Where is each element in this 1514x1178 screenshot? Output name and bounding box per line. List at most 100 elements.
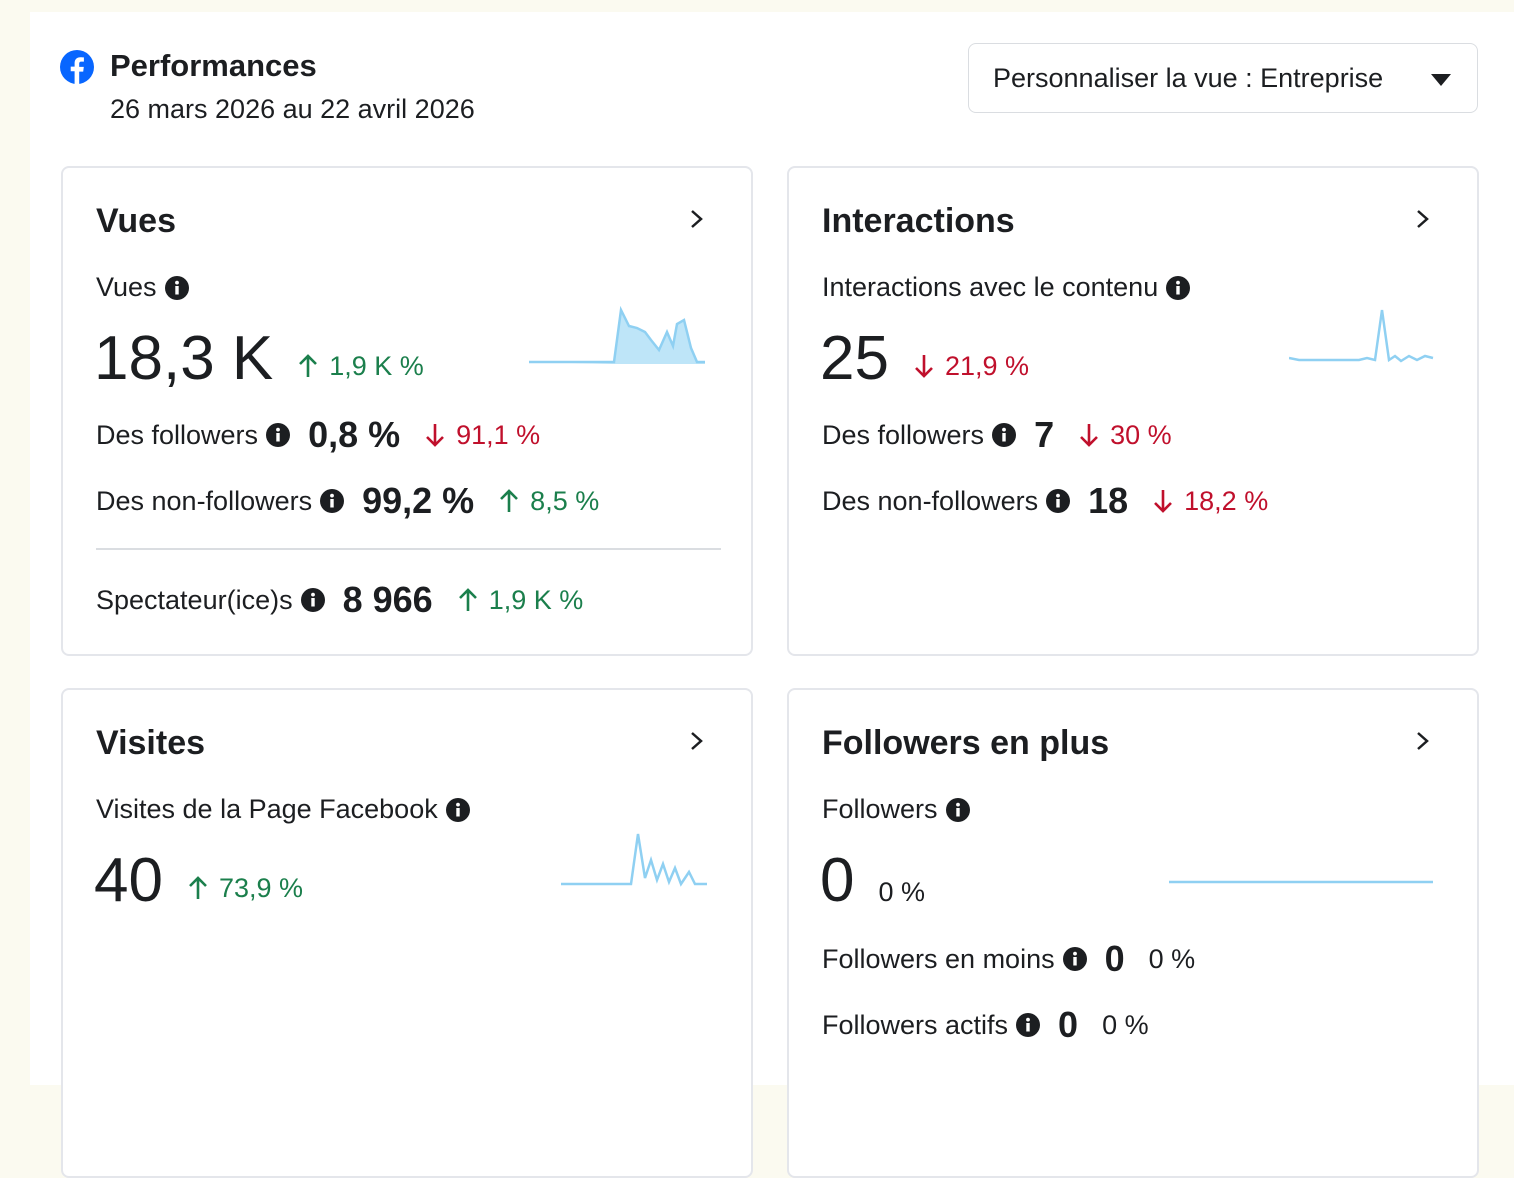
chevron-right-icon[interactable] [1411, 208, 1433, 230]
trend-delta: 73,9 % [187, 872, 304, 903]
metric-label: Visites de la Page Facebook [96, 794, 470, 825]
trend-delta: 0 % [1102, 1010, 1149, 1041]
sparkline-chart [1289, 309, 1434, 363]
stat-label: Des followers [96, 419, 259, 450]
trend-delta-text: 1,9 K % [488, 584, 584, 615]
trend-delta: 18,2 % [1152, 486, 1268, 517]
date-range: 26 mars 2026 au 22 avril 2026 [110, 94, 475, 124]
card-title: Interactions [822, 202, 1015, 240]
metric-value: 25 21,9 % [820, 328, 1029, 390]
arrow-up-icon [189, 876, 207, 899]
info-icon[interactable] [1016, 1013, 1041, 1037]
info-icon[interactable] [320, 489, 345, 513]
stat-row-non-followers: Des non-followers 99,2 % 8,5 % [96, 480, 599, 522]
info-icon[interactable] [300, 588, 325, 612]
performance-panel: Performances 26 mars 2026 au 22 avril 20… [30, 12, 1514, 1178]
metric-label: Followers [822, 794, 970, 825]
trend-delta-text: 0 % [1102, 1009, 1149, 1040]
trend-delta-text: 91,1 % [456, 419, 541, 450]
page-title: Performances [110, 48, 317, 83]
stat-value: 99,2 % [362, 480, 475, 521]
arrow-down-icon [915, 355, 933, 378]
arrow-up-icon [458, 588, 477, 611]
chevron-right-icon[interactable] [685, 208, 707, 230]
stat-row-followers: Des followers 0,8 % 91,1 % [96, 414, 540, 456]
metric-value-text: 18,3 K [94, 324, 274, 393]
trend-delta-text: 0 % [878, 877, 926, 907]
stat-value: 18 [1088, 480, 1129, 521]
stat-row-spectators: Spectateur(ice)s 8 966 1,9 K % [96, 579, 583, 621]
arrow-down-icon [1080, 424, 1099, 447]
card-followers[interactable]: Followers en plus Followers 0 0 % Follow… [787, 688, 1479, 1178]
trend-delta: 1,9 K % [457, 584, 584, 616]
sparkline-chart [561, 833, 707, 887]
info-icon[interactable] [1062, 947, 1087, 971]
metric-label-text: Followers [822, 794, 938, 824]
metric-label-text: Visites de la Page Facebook [96, 794, 438, 824]
trend-delta-text: 73,9 % [218, 872, 304, 903]
stat-label: Followers en moins [822, 943, 1055, 974]
chevron-right-icon[interactable] [1411, 730, 1433, 752]
stat-label: Des non-followers [96, 485, 313, 516]
view-selector-dropdown[interactable]: Personnaliser la vue : Entreprise [968, 43, 1478, 113]
trend-delta-text: 0 % [1148, 943, 1196, 974]
stat-value: 0,8 % [308, 414, 401, 455]
arrow-down-icon [426, 424, 445, 447]
info-icon[interactable] [164, 275, 189, 300]
metric-label: Vues [96, 272, 189, 303]
arrow-up-icon [299, 354, 318, 377]
sparkline-chart [529, 306, 705, 364]
trend-delta: 0 % [878, 879, 925, 906]
info-icon[interactable] [945, 797, 970, 822]
stat-row-followers: Des followers 7 30 % [822, 414, 1172, 456]
stat-value: 0 [1104, 938, 1125, 979]
metric-value-text: 25 [820, 324, 889, 393]
stat-label: Spectateur(ice)s [96, 584, 293, 615]
card-title: Followers en plus [822, 724, 1110, 762]
card-title: Visites [96, 724, 206, 762]
card-vues[interactable]: Vues Vues 18,3 K 1,9 K % Des followers 0… [61, 166, 753, 656]
metric-label-text: Vues [96, 272, 157, 302]
metric-value: 0 0 % [820, 850, 925, 912]
stat-label: Followers actifs [822, 1009, 1009, 1040]
metric-label: Interactions avec le contenu [822, 272, 1191, 303]
facebook-logo-icon [60, 50, 94, 84]
metric-value: 40 73,9 % [94, 850, 303, 912]
stat-label: Des non-followers [822, 485, 1039, 516]
caret-down-icon [1431, 74, 1451, 86]
arrow-down-icon [1154, 490, 1173, 513]
stat-label: Des followers [822, 419, 985, 450]
stat-value: 8 966 [342, 579, 433, 620]
card-title: Vues [96, 202, 177, 240]
arrow-up-icon [500, 489, 519, 512]
trend-delta-text: 8,5 % [530, 485, 600, 516]
stat-row-non-followers: Des non-followers 18 18,2 % [822, 480, 1268, 522]
trend-delta-text: 21,9 % [944, 350, 1030, 381]
stat-row-followers-lost: Followers en moins 0 0 % [822, 938, 1195, 980]
trend-delta: 8,5 % [498, 486, 599, 517]
stat-value: 0 [1058, 1004, 1079, 1045]
info-icon[interactable] [992, 423, 1017, 447]
chevron-right-icon[interactable] [685, 730, 707, 752]
metric-value-text: 40 [94, 846, 163, 915]
info-icon[interactable] [445, 797, 470, 822]
card-interactions[interactable]: Interactions Interactions avec le conten… [787, 166, 1479, 656]
divider [96, 548, 721, 550]
info-icon[interactable] [1046, 489, 1071, 513]
trend-delta-text: 18,2 % [1184, 485, 1269, 516]
metric-value-text: 0 [820, 846, 855, 915]
metric-value: 18,3 K 1,9 K % [94, 328, 424, 390]
trend-delta-text: 30 % [1110, 419, 1172, 450]
sparkline-chart [1169, 880, 1433, 884]
info-icon[interactable] [266, 423, 291, 447]
metric-label-text: Interactions avec le contenu [822, 272, 1159, 302]
view-selector-label: Personnaliser la vue : Entreprise [993, 62, 1384, 93]
trend-delta: 0 % [1149, 944, 1196, 975]
stat-row-active-followers: Followers actifs 0 0 % [822, 1004, 1149, 1046]
card-visites[interactable]: Visites Visites de la Page Facebook 40 7… [61, 688, 753, 1178]
trend-delta: 1,9 K % [297, 350, 424, 381]
trend-delta: 30 % [1078, 420, 1172, 451]
trend-delta-text: 1,9 K % [329, 350, 424, 381]
info-icon[interactable] [1166, 275, 1191, 300]
trend-delta: 21,9 % [913, 350, 1030, 381]
